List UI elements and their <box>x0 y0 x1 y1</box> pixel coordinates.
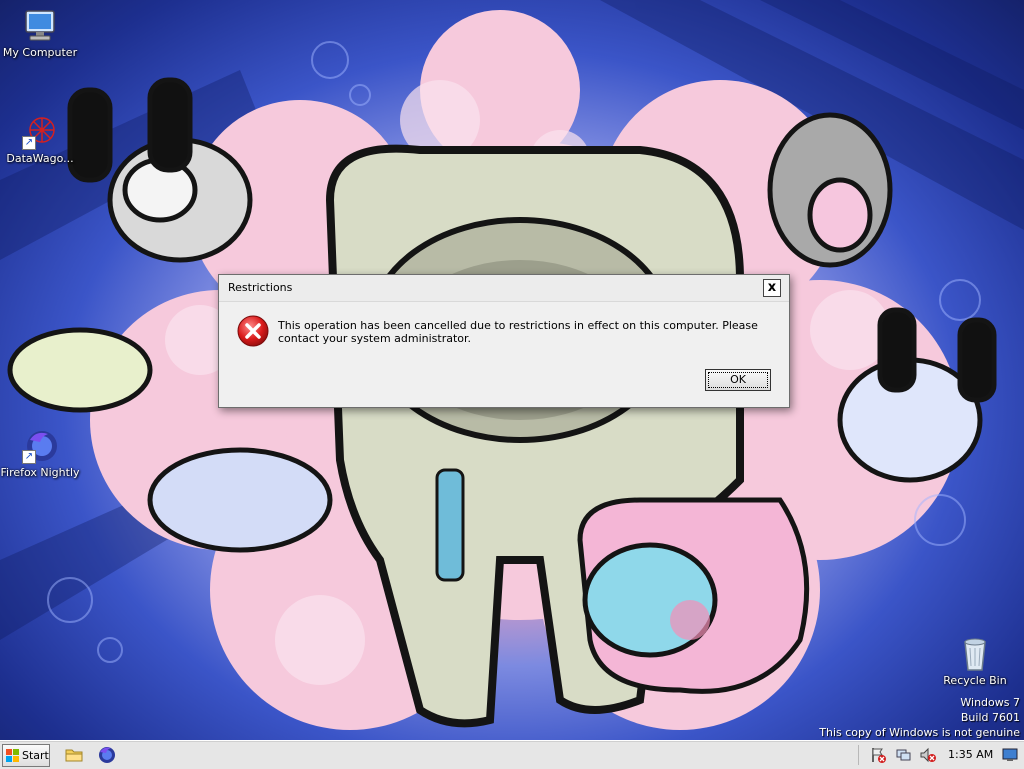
firefox-nightly-icon: ↗ <box>22 428 58 464</box>
computer-icon <box>22 8 58 44</box>
firefox-nightly-icon[interactable] <box>98 746 116 764</box>
desktop-icon-label: DataWago... <box>6 152 74 165</box>
dialog-body: This operation has been cancelled due to… <box>219 302 789 407</box>
folder-icon[interactable] <box>65 746 83 764</box>
action-center-icon[interactable] <box>870 747 886 763</box>
dialog-message: This operation has been cancelled due to… <box>278 319 758 345</box>
desktop-icon-recycle-bin[interactable]: Recycle Bin <box>935 636 1015 687</box>
shortcut-arrow-icon: ↗ <box>22 450 36 464</box>
ok-button[interactable]: OK <box>705 369 771 391</box>
shortcut-arrow-icon: ↗ <box>22 136 36 150</box>
datawagon-icon: ↗ <box>22 114 58 150</box>
taskbar: Start 1:35 AM <box>0 740 1024 769</box>
network-icon[interactable] <box>896 747 912 763</box>
close-button[interactable]: x <box>763 279 781 297</box>
desktop-icon-firefox-nightly[interactable]: ↗ Firefox Nightly <box>0 428 80 479</box>
dialog-title: Restrictions <box>228 281 293 294</box>
volume-muted-icon[interactable] <box>920 747 936 763</box>
desktop-icon-label: Firefox Nightly <box>0 466 80 479</box>
show-desktop-icon[interactable] <box>1002 747 1018 763</box>
recycle-bin-icon <box>957 636 993 672</box>
watermark-line-2: Build 7601 <box>960 711 1020 724</box>
desktop: My Computer ↗ DataWago... ↗ Firefox Nigh… <box>0 0 1024 740</box>
tray-separator <box>858 745 859 765</box>
windows-logo-icon <box>6 749 19 762</box>
desktop-icon-label: Recycle Bin <box>943 674 1007 687</box>
genuine-watermark: Windows 7 Build 7601 This copy of Window… <box>819 695 1020 740</box>
start-label: Start <box>22 749 49 762</box>
start-button[interactable]: Start <box>2 744 50 767</box>
error-icon <box>237 315 269 347</box>
restrictions-dialog: Restrictions x This operation has been c… <box>218 274 790 408</box>
clock[interactable]: 1:35 AM <box>948 748 993 761</box>
watermark-line-3: This copy of Windows is not genuine <box>819 726 1020 739</box>
desktop-icon-label: My Computer <box>2 46 78 59</box>
dialog-titlebar[interactable]: Restrictions x <box>219 275 789 302</box>
desktop-icon-datawagon[interactable]: ↗ DataWago... <box>0 114 80 165</box>
watermark-line-1: Windows 7 <box>960 696 1020 709</box>
desktop-icon-my-computer[interactable]: My Computer <box>0 8 80 59</box>
